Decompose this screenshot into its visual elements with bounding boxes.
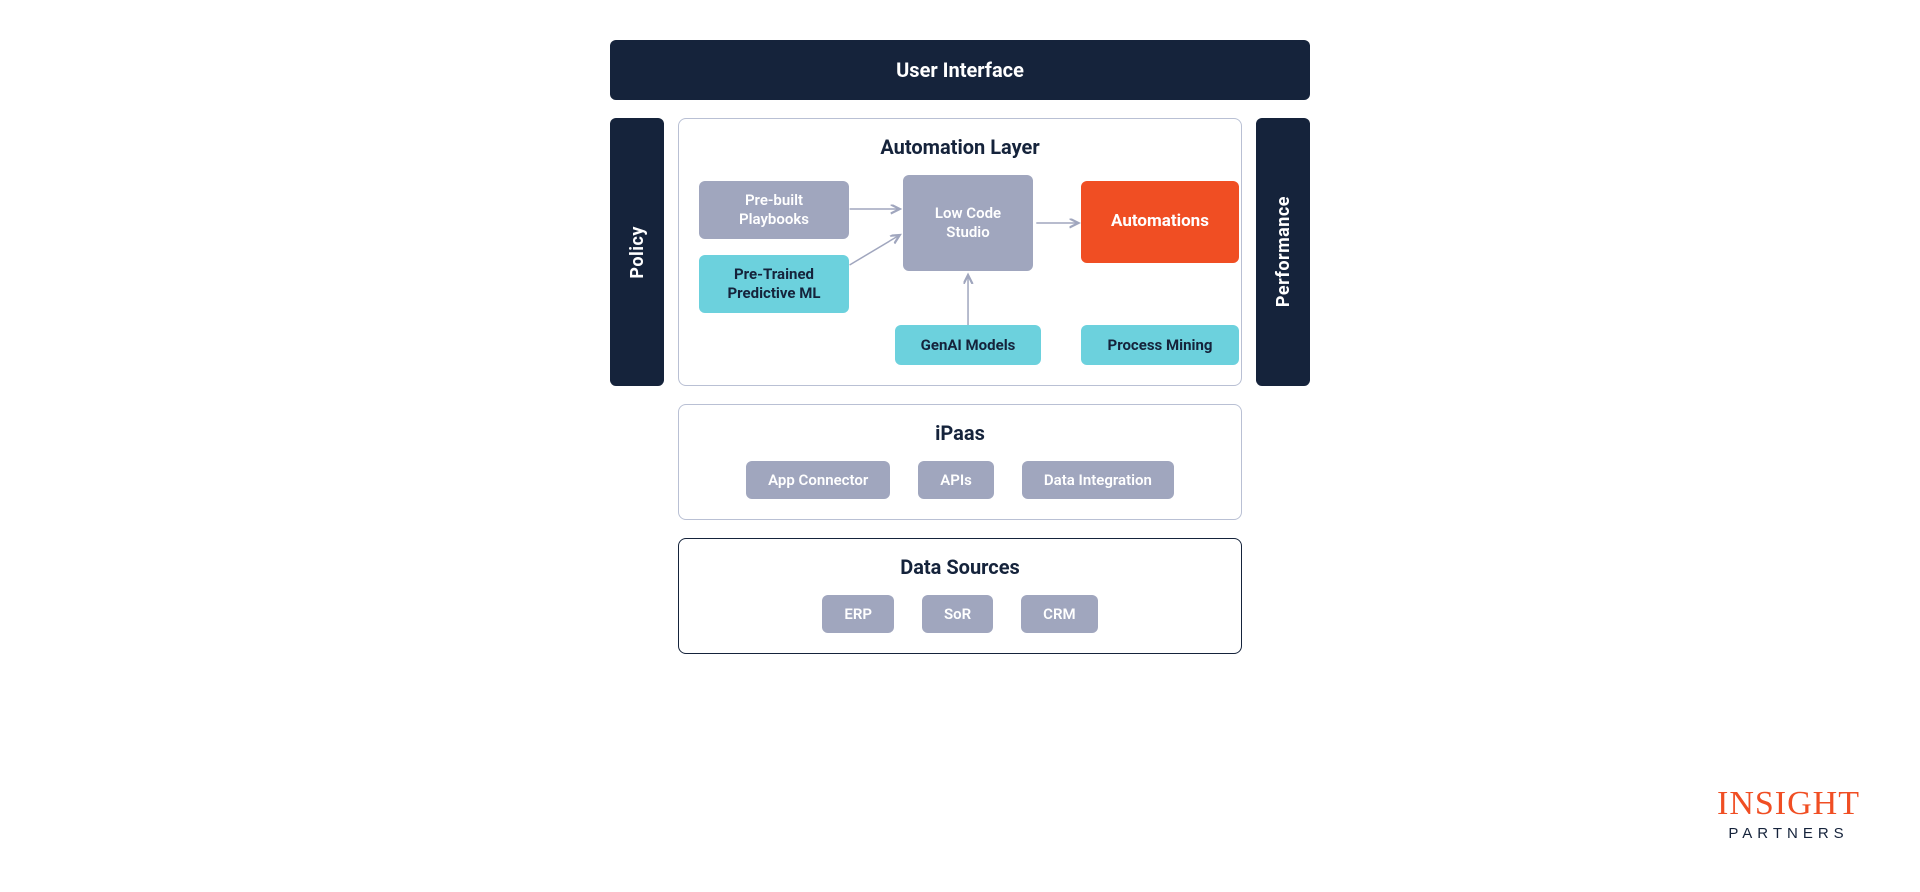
low-code-studio-box: Low Code Studio — [903, 175, 1033, 271]
apis-box: APIs — [918, 461, 994, 499]
user-interface-layer: User Interface — [610, 40, 1310, 100]
genai-models-box: GenAI Models — [895, 325, 1041, 365]
data-integration-box: Data Integration — [1022, 461, 1174, 499]
insight-partners-logo: INSIGHT PARTNERS — [1717, 785, 1860, 842]
data-sources-items: ERP SoR CRM — [699, 595, 1221, 633]
pretrained-predictive-ml-box: Pre-Trained Predictive ML — [699, 255, 849, 313]
policy-sidebar: Policy — [610, 118, 664, 386]
sor-box: SoR — [922, 595, 993, 633]
ipaas-title: iPaas — [699, 421, 1221, 445]
automation-layer-panel: Automation Layer Pre-built Playbooks — [678, 118, 1242, 386]
data-sources-title: Data Sources — [699, 555, 1221, 579]
ipaas-panel: iPaas App Connector APIs Data Integratio… — [678, 404, 1242, 520]
performance-label: Performance — [1273, 196, 1294, 307]
process-mining-box: Process Mining — [1081, 325, 1239, 365]
data-sources-panel: Data Sources ERP SoR CRM — [678, 538, 1242, 654]
automations-box: Automations — [1081, 181, 1239, 263]
ipaas-items: App Connector APIs Data Integration — [699, 461, 1221, 499]
logo-bottom-text: PARTNERS — [1717, 825, 1860, 842]
architecture-diagram: User Interface Policy Automation Layer — [610, 40, 1310, 654]
prebuilt-playbooks-box: Pre-built Playbooks — [699, 181, 849, 239]
automation-layer-title: Automation Layer — [699, 135, 1221, 159]
performance-sidebar: Performance — [1256, 118, 1310, 386]
logo-top-text: INSIGHT — [1717, 785, 1860, 823]
automation-grid: Pre-built Playbooks Pre-Trained Predicti… — [699, 175, 1221, 365]
erp-box: ERP — [822, 595, 894, 633]
crm-box: CRM — [1021, 595, 1097, 633]
app-connector-box: App Connector — [746, 461, 890, 499]
policy-label: Policy — [627, 226, 648, 279]
middle-row: Policy Automation Layer Pre-bu — [610, 118, 1310, 386]
